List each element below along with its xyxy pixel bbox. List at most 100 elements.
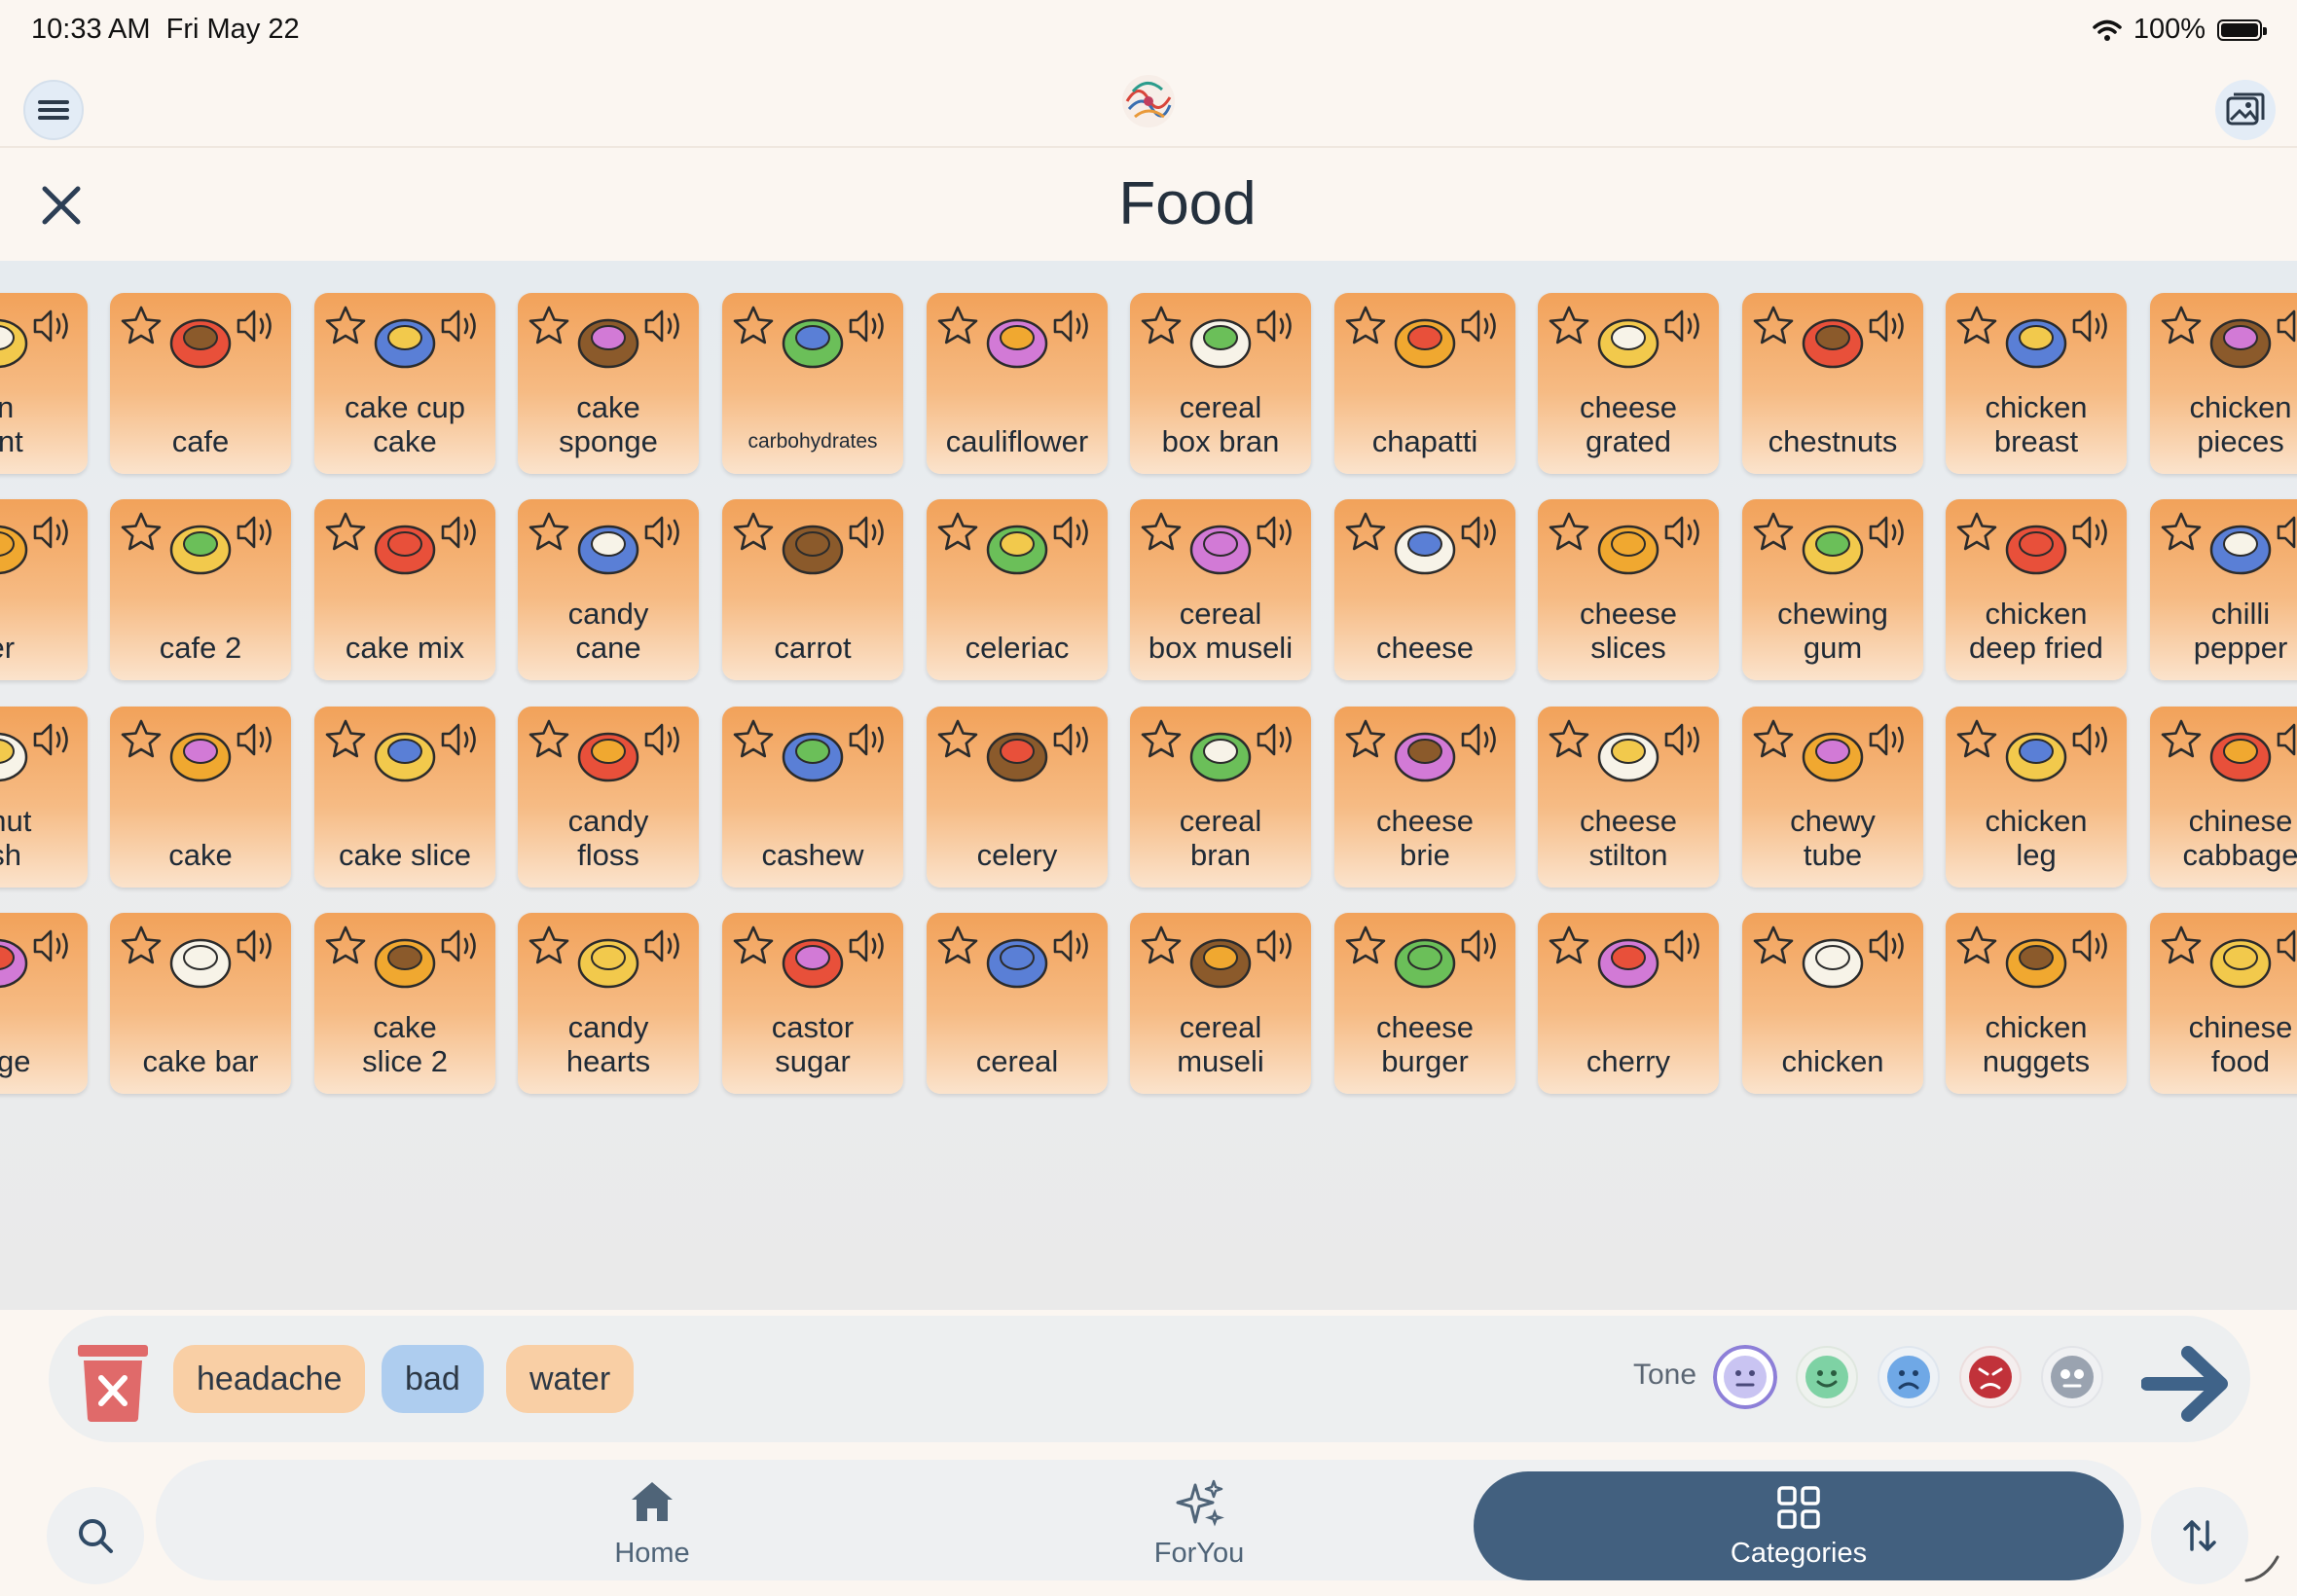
speaker-icon[interactable] (439, 926, 488, 965)
food-tile[interactable]: carrot (722, 499, 903, 680)
star-icon[interactable] (1140, 305, 1183, 347)
speaker-icon[interactable] (439, 513, 488, 552)
speaker-icon[interactable] (31, 720, 80, 759)
food-tile[interactable]: cauliflower (927, 293, 1108, 474)
food-tile[interactable]: cheese brie (1334, 707, 1515, 888)
gallery-button[interactable] (2215, 80, 2276, 140)
speaker-icon[interactable] (1459, 926, 1508, 965)
food-tile[interactable]: cake mix (314, 499, 495, 680)
speaker-icon[interactable] (31, 513, 80, 552)
speaker-icon[interactable] (642, 307, 691, 345)
star-icon[interactable] (1955, 925, 1998, 967)
speaker-icon[interactable] (1255, 513, 1303, 552)
food-tile[interactable]: chestnuts (1742, 293, 1923, 474)
sentence-chip[interactable]: water (506, 1345, 635, 1413)
star-icon[interactable] (732, 925, 775, 967)
food-tile[interactable]: cereal (927, 913, 1108, 1094)
speaker-icon[interactable] (1662, 307, 1711, 345)
speaker-icon[interactable] (847, 926, 895, 965)
speaker-icon[interactable] (2070, 307, 2119, 345)
star-icon[interactable] (1140, 718, 1183, 761)
food-tile[interactable]: chinese cabbage (2150, 707, 2297, 888)
tone-happy-icon[interactable] (1795, 1345, 1859, 1409)
food-tile[interactable]: chicken leg (1946, 707, 2127, 888)
food-tile[interactable]: cheese grated (1538, 293, 1719, 474)
food-tile[interactable]: chilli pepper (2150, 499, 2297, 680)
speaker-icon[interactable] (235, 926, 283, 965)
speaker-icon[interactable] (1867, 513, 1915, 552)
star-icon[interactable] (936, 511, 979, 554)
speaker-icon[interactable] (2070, 926, 2119, 965)
star-icon[interactable] (528, 305, 570, 347)
sentence-chip[interactable]: bad (382, 1345, 484, 1413)
sort-button[interactable] (2151, 1487, 2248, 1584)
tone-sad-icon[interactable] (1877, 1345, 1941, 1409)
star-icon[interactable] (1344, 305, 1387, 347)
star-icon[interactable] (120, 925, 163, 967)
speaker-icon[interactable] (1867, 926, 1915, 965)
speaker-icon[interactable] (642, 720, 691, 759)
nav-home[interactable]: Home (409, 1460, 895, 1580)
star-icon[interactable] (936, 718, 979, 761)
food-tile[interactable]: cherry (1538, 913, 1719, 1094)
speaker-icon[interactable] (1662, 720, 1711, 759)
food-tile[interactable]: chicken nuggets (1946, 913, 2127, 1094)
food-tile[interactable]: cereal box museli (1130, 499, 1311, 680)
speaker-icon[interactable] (1255, 926, 1303, 965)
star-icon[interactable] (1955, 305, 1998, 347)
speaker-icon[interactable] (1459, 513, 1508, 552)
food-tile[interactable]: cashew (722, 707, 903, 888)
food-tile[interactable]: bage (0, 913, 88, 1094)
speaker-icon[interactable] (642, 513, 691, 552)
star-icon[interactable] (1752, 305, 1795, 347)
speaker-icon[interactable] (2070, 720, 2119, 759)
tone-neutral-icon[interactable] (1713, 1345, 1777, 1409)
star-icon[interactable] (2160, 925, 2203, 967)
star-icon[interactable] (936, 305, 979, 347)
star-icon[interactable] (1344, 511, 1387, 554)
speaker-icon[interactable] (1051, 513, 1100, 552)
star-icon[interactable] (120, 718, 163, 761)
food-tile[interactable]: cereal box bran (1130, 293, 1311, 474)
food-tile[interactable]: cake (110, 707, 291, 888)
sentence-chip[interactable]: headache (173, 1345, 366, 1413)
food-tile[interactable]: cheese stilton (1538, 707, 1719, 888)
speaker-icon[interactable] (1255, 307, 1303, 345)
star-icon[interactable] (324, 718, 367, 761)
food-tile[interactable]: cake slice 2 (314, 913, 495, 1094)
speaker-icon[interactable] (847, 720, 895, 759)
food-tile[interactable]: chicken pieces (2150, 293, 2297, 474)
food-tile[interactable]: cafe (110, 293, 291, 474)
speaker-icon[interactable] (439, 720, 488, 759)
food-tile[interactable]: chinese food (2150, 913, 2297, 1094)
speaker-icon[interactable] (847, 513, 895, 552)
star-icon[interactable] (324, 925, 367, 967)
speaker-icon[interactable] (235, 513, 283, 552)
star-icon[interactable] (528, 718, 570, 761)
speaker-icon[interactable] (1662, 926, 1711, 965)
star-icon[interactable] (1140, 925, 1183, 967)
star-icon[interactable] (120, 305, 163, 347)
tone-angry-icon[interactable] (1958, 1345, 2023, 1409)
nav-foryou[interactable]: ForYou (1053, 1460, 1345, 1580)
star-icon[interactable] (1955, 718, 1998, 761)
food-tile[interactable]: cake cup cake (314, 293, 495, 474)
food-tile[interactable]: ernut ash (0, 707, 88, 888)
star-icon[interactable] (528, 511, 570, 554)
food-tile[interactable]: chapatti (1334, 293, 1515, 474)
food-tile[interactable]: candy floss (518, 707, 699, 888)
star-icon[interactable] (1548, 511, 1590, 554)
tone-robot-icon[interactable] (2040, 1345, 2104, 1409)
speaker-icon[interactable] (1255, 720, 1303, 759)
star-icon[interactable] (1955, 511, 1998, 554)
speaker-icon[interactable] (1867, 307, 1915, 345)
star-icon[interactable] (1752, 925, 1795, 967)
star-icon[interactable] (1752, 511, 1795, 554)
star-icon[interactable] (732, 718, 775, 761)
star-icon[interactable] (120, 511, 163, 554)
food-tile[interactable]: cheese slices (1538, 499, 1719, 680)
star-icon[interactable] (324, 305, 367, 347)
star-icon[interactable] (732, 305, 775, 347)
food-tile[interactable]: celeriac (927, 499, 1108, 680)
food-tile[interactable]: carbohydrates (722, 293, 903, 474)
